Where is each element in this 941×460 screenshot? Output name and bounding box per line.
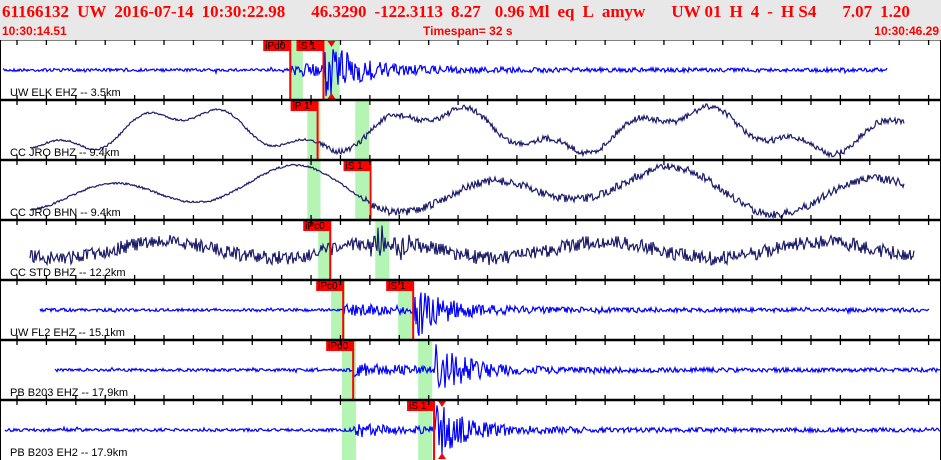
summary-field: 61166132 (2, 2, 70, 21)
summary-field: UW (77, 2, 107, 21)
channel-row[interactable]: iS 1 PB B203 EH2 -- 17.9km (0, 395, 941, 460)
summary-field: eq (557, 2, 575, 21)
channel-label: CC JRO BHZ -- 9.4km (10, 147, 119, 159)
channel-label: CC JRO BHN -- 9.4km (10, 207, 121, 219)
channel-row[interactable]: iPd0 PB B203 EHZ -- 17.9km (0, 335, 941, 400)
summary-field: amyw (601, 2, 646, 21)
end-time: 10:30:46.29 (874, 24, 939, 38)
summary-field: H (729, 2, 743, 21)
waveform-trace (2, 49, 888, 96)
waveform-trace (39, 292, 930, 336)
channel-label: UW ELK EHZ -- 3.5km (10, 87, 121, 99)
channel-label: UW FL2 EHZ -- 15.1km (10, 327, 125, 339)
summary-field: -122.3113 (374, 2, 443, 21)
waveform-trace (29, 103, 905, 159)
channel-row[interactable]: iPc0 CC STD BHZ -- 12.2km (0, 215, 941, 280)
channel-row[interactable]: iP 1 CC JRO BHZ -- 9.4km (0, 95, 941, 160)
channel-label: PB B203 EH2 -- 17.9km (10, 447, 127, 459)
summary-field: 0.96 Ml (494, 2, 550, 21)
seismogram-panel[interactable]: iPd0 iS 1 UW ELK EHZ -- 3.5km iP 1 CC JRO BH… (0, 40, 941, 460)
start-time: 10:30:14.51 (2, 24, 67, 38)
pick-label: iS 1 (298, 41, 316, 52)
pick-label: iP 1 (293, 101, 310, 112)
summary-field: 4 (750, 2, 760, 21)
pick-label: iPc0 (305, 221, 325, 232)
waveform-trace (4, 405, 941, 455)
summary-field: 8.27 (450, 2, 481, 21)
summary-field: 2016-07-14 (114, 2, 194, 21)
channel-row[interactable]: iPd0 iS 1 UW ELK EHZ -- 3.5km (0, 40, 941, 100)
channel-row[interactable]: iPc0 iS 1 UW FL2 EHZ -- 15.1km (0, 275, 941, 340)
channel-label: CC STD BHZ -- 12.2km (10, 267, 126, 279)
channel-row[interactable]: iS 1 CC JRO BHN -- 9.4km (0, 155, 941, 220)
summary-field: 1.20 (880, 2, 910, 21)
pick-label: iS 1 (346, 161, 364, 172)
summary-field: L (582, 2, 594, 21)
summary-field: 7.07 (842, 2, 873, 21)
waveform-trace (29, 225, 915, 267)
pick-label: iS 1 (409, 401, 427, 412)
pick-label: iPd0 (328, 341, 348, 352)
event-summary: 61166132 UW 2016-07-14 10:30:22.98 46.3290 -1… (2, 2, 924, 22)
summary-field: H S4 (780, 2, 817, 21)
pick-label: iPd0 (265, 41, 285, 52)
waveform-trace (54, 344, 941, 389)
pick-label: iPc0 (318, 281, 338, 292)
waveform-trace (29, 163, 905, 220)
event-header: 61166132 UW 2016-07-14 10:30:22.98 46.3290 -1… (0, 0, 941, 40)
channel-label: PB B203 EHZ -- 17.9km (10, 387, 128, 399)
summary-field: UW 01 (671, 2, 722, 21)
summary-field: - (767, 2, 773, 21)
timespan: Timespan= 32 s (423, 24, 513, 38)
amplitude-marker-icon (438, 401, 447, 407)
pick-window (355, 100, 370, 160)
summary-field: 10:30:22.98 (201, 2, 286, 21)
amplitude-marker-icon (438, 453, 447, 459)
pick-label: iS 1 (388, 281, 406, 292)
summary-field: 46.3290 (311, 2, 367, 21)
